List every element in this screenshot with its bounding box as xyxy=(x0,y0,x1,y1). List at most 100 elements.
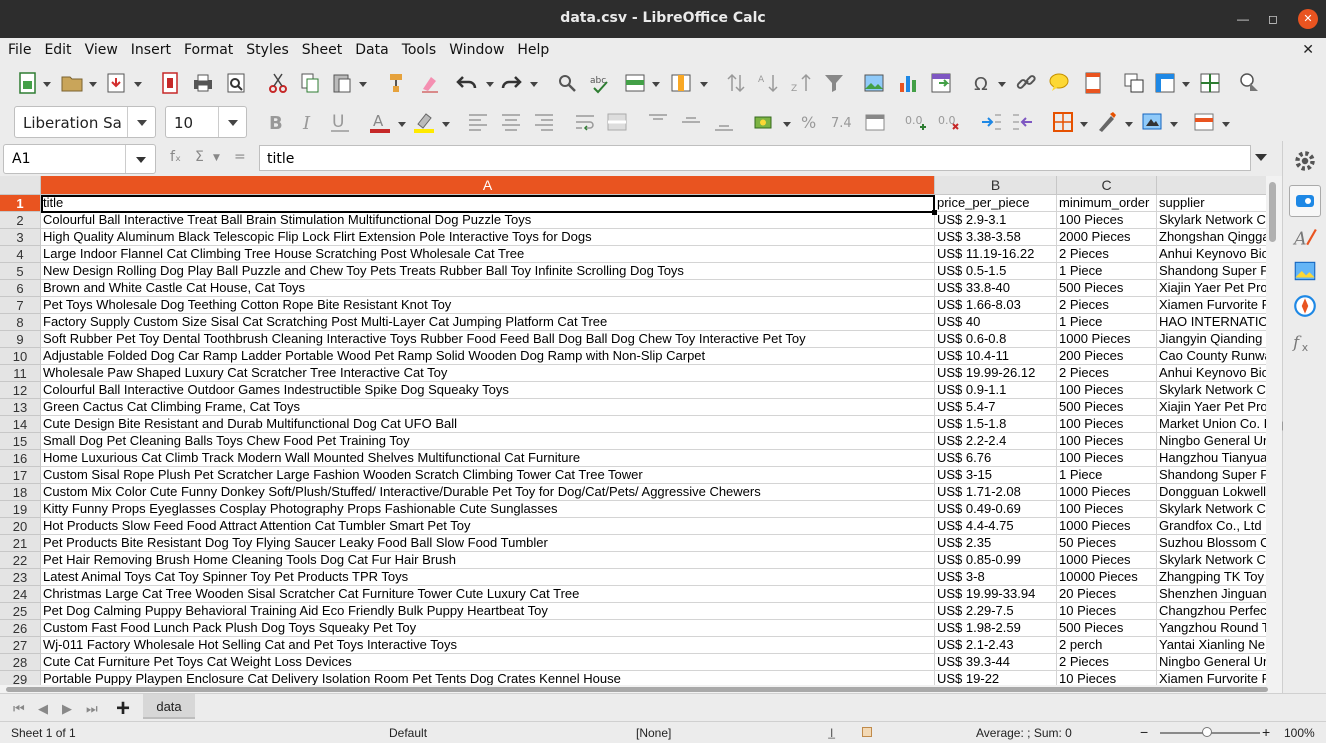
table-cell[interactable]: Pet Dog Calming Puppy Behavioral Trainin… xyxy=(41,603,935,620)
menu-data[interactable]: Data xyxy=(347,38,393,58)
row-header[interactable]: 16 xyxy=(0,450,41,467)
table-cell[interactable]: Yantai Xianling Ne xyxy=(1157,637,1282,654)
font-size-dropdown-icon[interactable] xyxy=(218,107,246,137)
table-cell[interactable]: US$ 0.49-0.69 xyxy=(935,501,1057,518)
table-cell[interactable]: Hangzhou Tianyua xyxy=(1157,450,1282,467)
column-header[interactable]: A xyxy=(41,176,935,195)
table-cell[interactable]: 100 Pieces xyxy=(1057,416,1157,433)
table-cell[interactable]: US$ 3.38-3.58 xyxy=(935,229,1057,246)
table-cell[interactable]: 10000 Pieces xyxy=(1057,569,1157,586)
table-cell[interactable]: US$ 2.35 xyxy=(935,535,1057,552)
sidebar-settings-icon[interactable] xyxy=(1292,148,1318,174)
table-cell[interactable]: Ningbo General Un xyxy=(1157,433,1282,450)
undo-icon[interactable] xyxy=(455,71,479,95)
sidebar-functions-icon[interactable]: fx xyxy=(1292,328,1318,354)
increase-indent-icon[interactable] xyxy=(979,110,1003,134)
table-cell[interactable]: Ningbo General Un xyxy=(1157,654,1282,671)
font-color-icon[interactable]: A xyxy=(368,110,392,134)
center-vertically-icon[interactable] xyxy=(679,110,703,134)
open-folder-icon[interactable] xyxy=(60,71,84,95)
row-header[interactable]: 24 xyxy=(0,586,41,603)
table-cell[interactable]: Christmas Large Cat Tree Wooden Sisal Sc… xyxy=(41,586,935,603)
table-cell[interactable]: Cute Design Bite Resistant and Durab Mul… xyxy=(41,416,935,433)
export-pdf-icon[interactable] xyxy=(158,71,182,95)
table-cell[interactable]: 100 Pieces xyxy=(1057,433,1157,450)
table-cell[interactable]: Soft Rubber Pet Toy Dental Toothbrush Cl… xyxy=(41,331,935,348)
menu-format[interactable]: Format xyxy=(176,38,238,58)
table-cell[interactable]: Cute Cat Furniture Pet Toys Cat Weight L… xyxy=(41,654,935,671)
menu-window[interactable]: Window xyxy=(441,38,509,58)
table-cell[interactable]: 1 Piece xyxy=(1057,314,1157,331)
find-replace-icon[interactable] xyxy=(555,71,579,95)
table-cell[interactable]: Pet Hair Removing Brush Home Cleaning To… xyxy=(41,552,935,569)
menu-insert[interactable]: Insert xyxy=(123,38,176,58)
row-header[interactable]: 2 xyxy=(0,212,41,229)
special-character-dropdown-icon[interactable] xyxy=(998,82,1006,87)
last-sheet-icon[interactable]: ⏭ xyxy=(86,701,98,717)
table-cell[interactable]: US$ 1.98-2.59 xyxy=(935,620,1057,637)
decrease-indent-icon[interactable] xyxy=(1011,110,1035,134)
table-cell[interactable]: Dongguan Lokwell xyxy=(1157,484,1282,501)
table-cell[interactable]: 100 Pieces xyxy=(1057,450,1157,467)
currency-format-icon[interactable] xyxy=(752,110,776,134)
table-cell[interactable]: 1000 Pieces xyxy=(1057,552,1157,569)
table-cell[interactable]: US$ 10.4-11 xyxy=(935,348,1057,365)
sum-dropdown-icon[interactable]: ▼ xyxy=(213,153,220,163)
column-header[interactable] xyxy=(1157,176,1282,195)
table-cell[interactable]: Shandong Super P xyxy=(1157,263,1282,280)
copy-icon[interactable] xyxy=(298,71,322,95)
column-dropdown-icon[interactable] xyxy=(700,82,708,87)
table-cell[interactable]: US$ 3-15 xyxy=(935,467,1057,484)
italic-icon[interactable]: I xyxy=(296,110,320,134)
table-cell[interactable]: 100 Pieces xyxy=(1057,212,1157,229)
table-cell[interactable]: Green Cactus Cat Climbing Frame, Cat Toy… xyxy=(41,399,935,416)
table-cell[interactable]: 2 Pieces xyxy=(1057,654,1157,671)
conditional-format-dropdown-icon[interactable] xyxy=(1222,122,1230,127)
sheet-tab-data[interactable]: data xyxy=(143,694,195,719)
row-header[interactable]: 3 xyxy=(0,229,41,246)
table-cell[interactable]: 10 Pieces xyxy=(1057,603,1157,620)
row-header[interactable]: 8 xyxy=(0,314,41,331)
zoom-in-icon[interactable]: + xyxy=(1262,724,1270,740)
table-cell[interactable]: Zhongshan Qingga xyxy=(1157,229,1282,246)
row-header[interactable]: 29 xyxy=(0,671,41,685)
horizontal-scrollbar[interactable] xyxy=(0,685,1282,693)
menu-edit[interactable]: Edit xyxy=(36,38,76,58)
align-bottom-icon[interactable] xyxy=(712,110,736,134)
table-cell[interactable]: minimum_order xyxy=(1057,195,1157,212)
shapes-icon[interactable] xyxy=(1238,71,1262,95)
horizontal-scroll-thumb[interactable] xyxy=(6,687,1268,692)
table-cell[interactable]: 10 Pieces xyxy=(1057,671,1157,685)
border-color-dropdown-icon[interactable] xyxy=(1170,122,1178,127)
formula-input[interactable]: title xyxy=(259,145,1251,171)
open-dropdown-icon[interactable] xyxy=(89,82,97,87)
table-cell[interactable]: title xyxy=(41,195,935,212)
table-cell[interactable]: Hot Products Slow Feed Food Attract Atte… xyxy=(41,518,935,535)
print-icon[interactable] xyxy=(191,71,215,95)
table-cell[interactable]: Skylark Network C xyxy=(1157,552,1282,569)
table-cell[interactable]: Wholesale Paw Shaped Luxury Cat Scratche… xyxy=(41,365,935,382)
table-cell[interactable]: High Quality Aluminum Black Telescopic F… xyxy=(41,229,935,246)
menu-help[interactable]: Help xyxy=(509,38,554,58)
row-header[interactable]: 14 xyxy=(0,416,41,433)
clear-formatting-icon[interactable] xyxy=(418,71,442,95)
spelling-icon[interactable]: abc xyxy=(588,71,612,95)
new-dropdown-icon[interactable] xyxy=(43,82,51,87)
first-sheet-icon[interactable]: ⏮ xyxy=(13,701,25,717)
table-cell[interactable]: Large Indoor Flannel Cat Climbing Tree H… xyxy=(41,246,935,263)
row-header[interactable]: 17 xyxy=(0,467,41,484)
close-window-icon[interactable]: ✕ xyxy=(1298,9,1318,29)
table-cell[interactable]: 20 Pieces xyxy=(1057,586,1157,603)
table-cell[interactable]: Custom Sisal Rope Plush Pet Scratcher La… xyxy=(41,467,935,484)
language-status[interactable]: [None] xyxy=(636,726,671,740)
table-cell[interactable]: Anhui Keynovo Bio xyxy=(1157,246,1282,263)
table-cell[interactable]: 100 Pieces xyxy=(1057,501,1157,518)
table-cell[interactable]: Skylark Network C xyxy=(1157,212,1282,229)
table-cell[interactable]: Xiajin Yaer Pet Pro xyxy=(1157,399,1282,416)
minimize-icon[interactable]: — xyxy=(1233,9,1253,29)
hyperlink-icon[interactable] xyxy=(1014,71,1038,95)
column-icon[interactable] xyxy=(669,71,693,95)
clone-formatting-icon[interactable] xyxy=(384,71,408,95)
table-cell[interactable]: US$ 19.99-26.12 xyxy=(935,365,1057,382)
pivot-table-icon[interactable] xyxy=(929,71,953,95)
